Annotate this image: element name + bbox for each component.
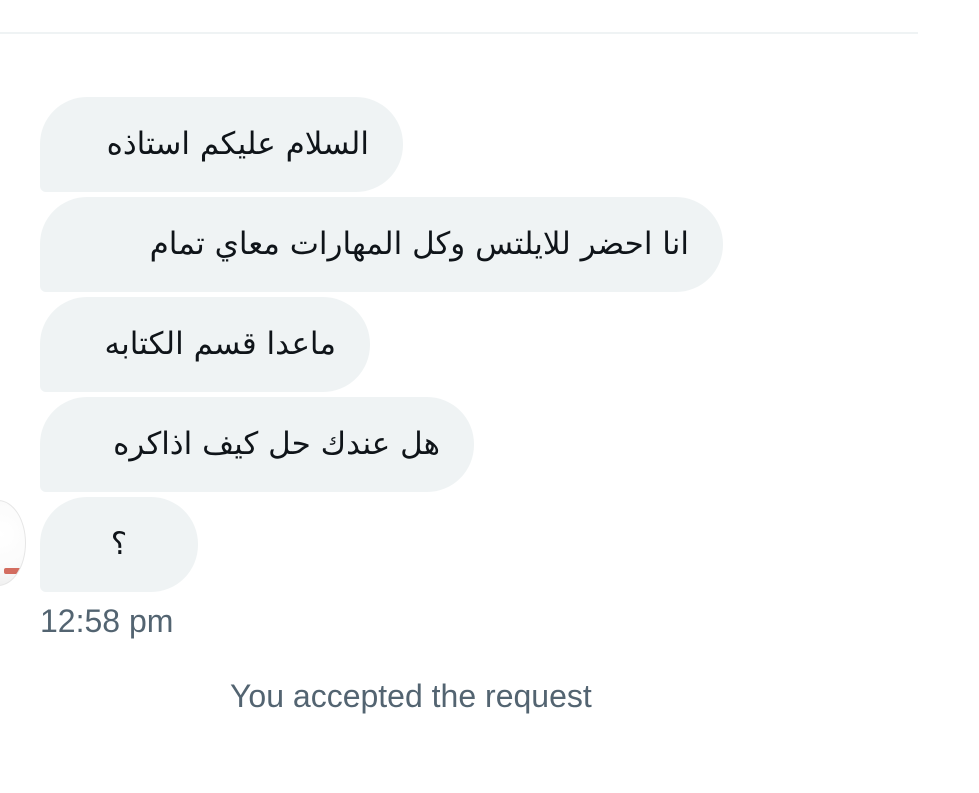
message-text: ؟ bbox=[110, 526, 128, 562]
message-timestamp: 12:58 pm bbox=[40, 603, 174, 639]
avatar-logo-mark bbox=[4, 568, 24, 574]
message-bubble[interactable]: السلام عليكم استاذه bbox=[40, 97, 403, 192]
message-text: ماعدا قسم الكتابه bbox=[104, 326, 336, 362]
message-bubble[interactable]: ؟ bbox=[40, 497, 198, 592]
message-bubble[interactable]: انا احضر للايلتس وكل المهارات معاي تمام bbox=[40, 197, 723, 292]
message-text: انا احضر للايلتس وكل المهارات معاي تمام bbox=[149, 226, 689, 262]
message-bubble[interactable]: ماعدا قسم الكتابه bbox=[40, 297, 370, 392]
request-accepted-notice: You accepted the request bbox=[230, 678, 592, 714]
sender-avatar-icon[interactable] bbox=[0, 500, 26, 586]
message-text: هل عندك حل كيف اذاكره bbox=[113, 426, 440, 462]
message-text: السلام عليكم استاذه bbox=[106, 126, 369, 162]
message-bubble[interactable]: هل عندك حل كيف اذاكره bbox=[40, 397, 474, 492]
header-divider bbox=[0, 32, 918, 34]
